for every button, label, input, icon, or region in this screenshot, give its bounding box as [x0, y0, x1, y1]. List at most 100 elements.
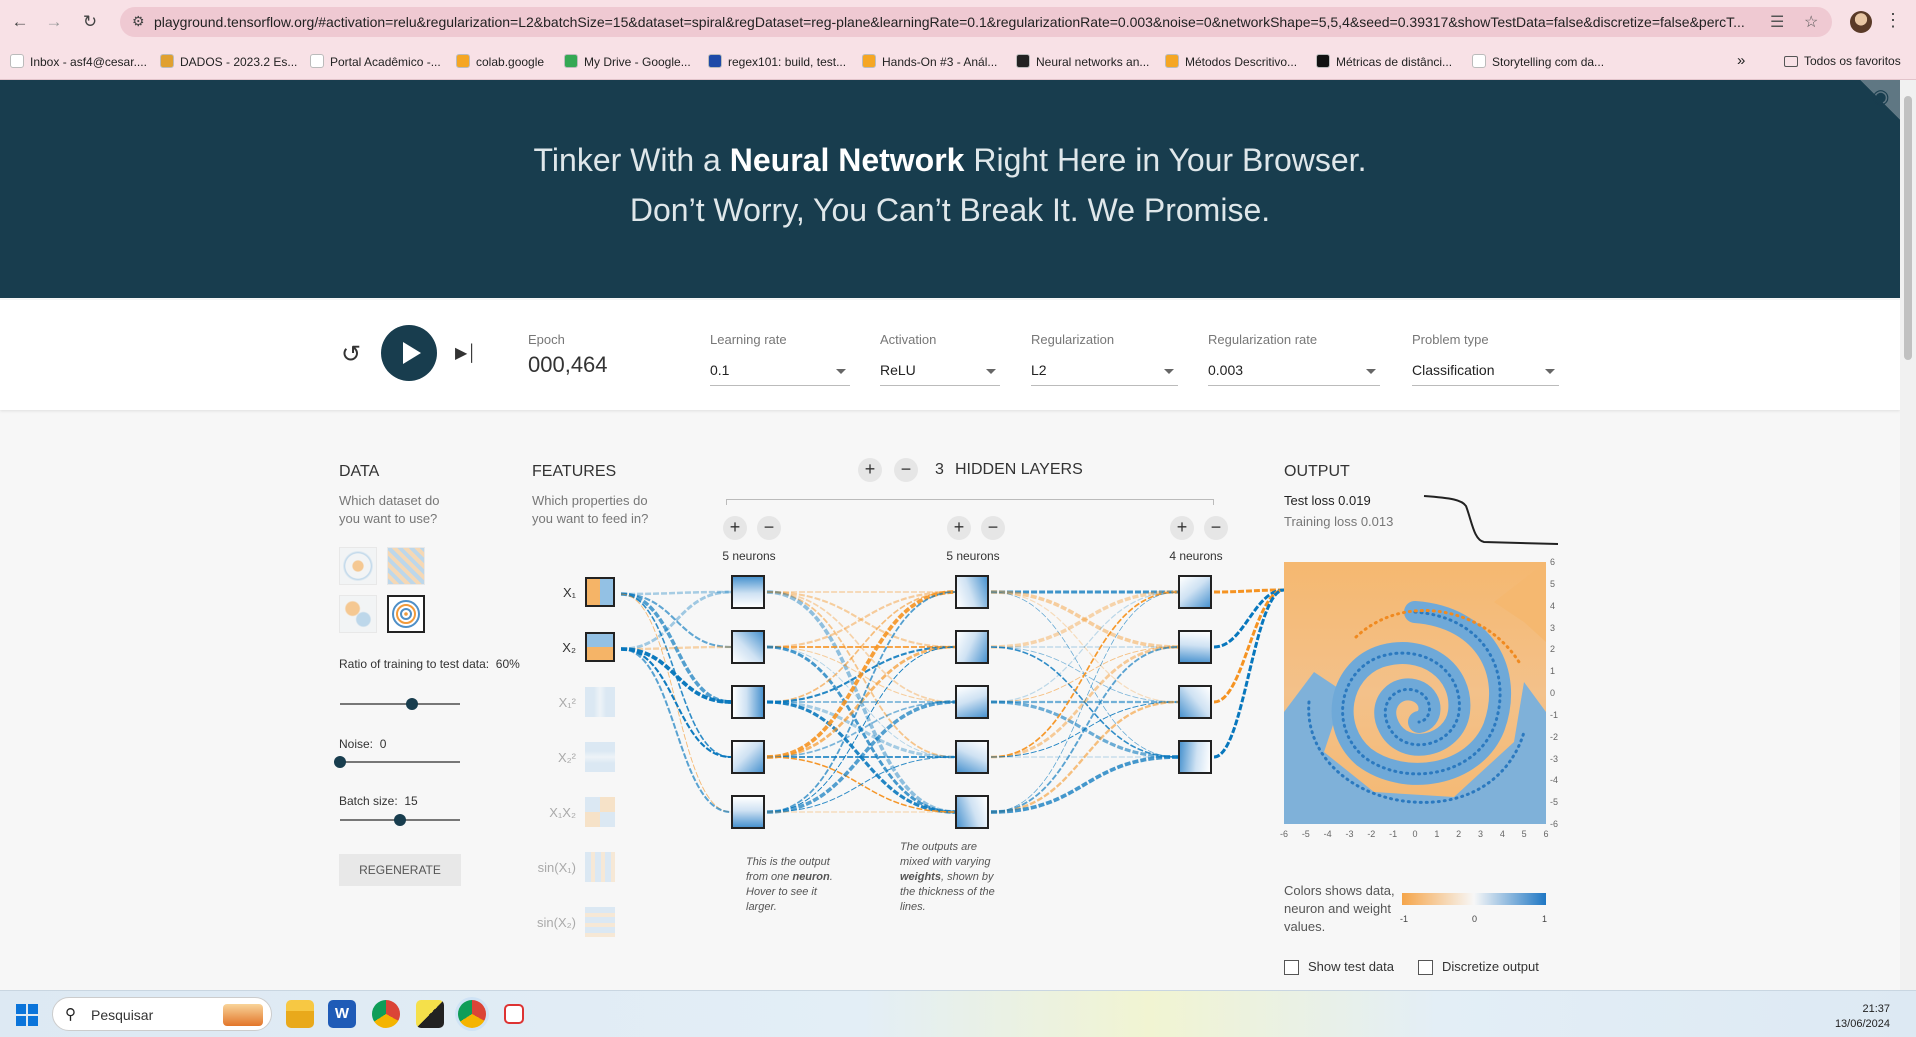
- remove-neuron-button[interactable]: −: [981, 516, 1005, 540]
- taskbar-clock[interactable]: 21:37 13/06/2024: [1820, 1002, 1890, 1032]
- feature-toggle[interactable]: [585, 797, 615, 827]
- search-highlight-icon: [223, 1004, 263, 1026]
- neuron-count-label: 5 neurons: [722, 549, 776, 563]
- clock-time: 21:37: [1862, 1003, 1890, 1015]
- snipping-tool-icon[interactable]: [504, 1004, 524, 1024]
- y-axis-tick: 2: [1550, 644, 1556, 655]
- remove-layer-button[interactable]: −: [894, 458, 918, 482]
- remove-neuron-button[interactable]: −: [1204, 516, 1228, 540]
- discretize-output-label[interactable]: Discretize output: [1442, 959, 1539, 974]
- features-title: FEATURES: [532, 463, 617, 480]
- x-axis-tick: -5: [1301, 829, 1310, 839]
- neuron-node[interactable]: [955, 740, 989, 774]
- scrollbar-thumb[interactable]: [1904, 96, 1912, 360]
- colorbar-tick: 0: [1472, 914, 1478, 924]
- training-loss: Training loss 0.013: [1284, 514, 1394, 529]
- feature-label: X₁²: [558, 695, 576, 710]
- chrome-profile-icon[interactable]: [458, 1000, 486, 1028]
- neuron-node[interactable]: [1178, 630, 1212, 664]
- show-test-data-label[interactable]: Show test data: [1308, 959, 1394, 974]
- feature-label: X₁X₂: [549, 805, 576, 820]
- neuron-node[interactable]: [731, 795, 765, 829]
- x-axis-tick: -3: [1345, 829, 1354, 839]
- show-test-data-checkbox[interactable]: [1284, 960, 1299, 975]
- neuron-node[interactable]: [731, 740, 765, 774]
- add-neuron-button[interactable]: +: [1170, 516, 1194, 540]
- weight-connection[interactable]: [990, 646, 1179, 813]
- neuron-node[interactable]: [1178, 685, 1212, 719]
- output-heatmap[interactable]: [1284, 562, 1546, 824]
- x-axis-tick: 2: [1456, 829, 1462, 839]
- clock-date: 13/06/2024: [1834, 1018, 1890, 1030]
- page-scrollbar[interactable]: [1900, 80, 1916, 990]
- taskbar-search[interactable]: ⚲ Pesquisar: [52, 997, 272, 1031]
- x-axis-tick: 6: [1543, 829, 1549, 839]
- add-layer-button[interactable]: +: [858, 458, 882, 482]
- output-connection[interactable]: [1213, 588, 1285, 759]
- x-axis-tick: -4: [1323, 829, 1332, 839]
- neuron-node[interactable]: [1178, 740, 1212, 774]
- y-axis-tick: 5: [1550, 578, 1556, 589]
- add-neuron-button[interactable]: +: [947, 516, 971, 540]
- taskbar: ⚲ Pesquisar W: [0, 990, 1916, 1037]
- hidden-layers-bracket: [726, 499, 1214, 505]
- x-axis-tick: -1: [1389, 829, 1398, 839]
- neuron-node[interactable]: [731, 575, 765, 609]
- discretize-output-checkbox[interactable]: [1418, 960, 1433, 975]
- hidden-layers-title: HIDDEN LAYERS: [955, 461, 1083, 478]
- neuron-node[interactable]: [955, 795, 989, 829]
- add-neuron-button[interactable]: +: [723, 516, 747, 540]
- weight-connection[interactable]: [990, 591, 1179, 758]
- weight-connection[interactable]: [766, 590, 956, 759]
- neuron-count-label: 5 neurons: [946, 549, 1000, 563]
- x-axis-tick: 4: [1499, 829, 1505, 839]
- feature-label: sin(X₂): [537, 915, 576, 930]
- colors-note: Colors shows data, neuron and weight val…: [1284, 883, 1395, 934]
- test-loss: Test loss 0.019: [1284, 493, 1371, 508]
- feature-label: X₂²: [557, 750, 576, 765]
- feature-toggle[interactable]: [585, 577, 615, 607]
- output-decision-boundary: [1284, 562, 1546, 824]
- weight-connection[interactable]: [620, 590, 732, 596]
- weights-note: The outputs are mixed with varying weigh…: [900, 840, 1000, 915]
- feature-toggle[interactable]: [585, 852, 615, 882]
- weights-note-bold: weights: [900, 871, 941, 883]
- weight-connection[interactable]: [620, 647, 732, 704]
- y-axis-tick: -1: [1550, 709, 1559, 720]
- weight-connection[interactable]: [990, 755, 1179, 814]
- chrome-icon[interactable]: [372, 1000, 400, 1028]
- neuron-note-bold: neuron: [792, 871, 830, 883]
- remove-neuron-button[interactable]: −: [757, 516, 781, 540]
- x-axis-tick: 1: [1434, 829, 1440, 839]
- neuron-node[interactable]: [1178, 575, 1212, 609]
- y-axis-tick: 4: [1550, 600, 1556, 611]
- weight-connection[interactable]: [990, 590, 1179, 649]
- weights-note-pre: The outputs are mixed with varying: [900, 841, 991, 868]
- weight-connection[interactable]: [620, 647, 732, 759]
- feature-toggle[interactable]: [585, 742, 615, 772]
- x-axis-tick: 5: [1521, 829, 1527, 839]
- windows-start-icon[interactable]: [16, 1004, 38, 1026]
- y-axis-tick: -3: [1550, 753, 1559, 764]
- neuron-node[interactable]: [955, 630, 989, 664]
- feature-toggle[interactable]: [585, 687, 615, 717]
- feature-toggle[interactable]: [585, 907, 615, 937]
- search-icon: ⚲: [65, 1006, 76, 1023]
- feature-toggle[interactable]: [585, 632, 615, 662]
- y-axis-tick: -6: [1550, 819, 1559, 829]
- neuron-node[interactable]: [731, 685, 765, 719]
- sticky-notes-icon[interactable]: [416, 1000, 444, 1028]
- word-icon[interactable]: W: [328, 1000, 356, 1028]
- colorbar: [1402, 893, 1546, 905]
- weight-connection[interactable]: [766, 646, 956, 813]
- neuron-node[interactable]: [955, 575, 989, 609]
- output-title: OUTPUT: [1284, 463, 1350, 480]
- features-subtitle: Which properties do you want to feed in?: [532, 493, 649, 526]
- file-explorer-icon[interactable]: [286, 1000, 314, 1028]
- neuron-node[interactable]: [955, 685, 989, 719]
- x-axis-tick: 0: [1412, 829, 1418, 839]
- y-axis-tick: 1: [1550, 666, 1556, 677]
- y-axis-tick: 3: [1550, 622, 1556, 633]
- neuron-node[interactable]: [731, 630, 765, 664]
- y-axis-tick: -2: [1550, 731, 1559, 742]
